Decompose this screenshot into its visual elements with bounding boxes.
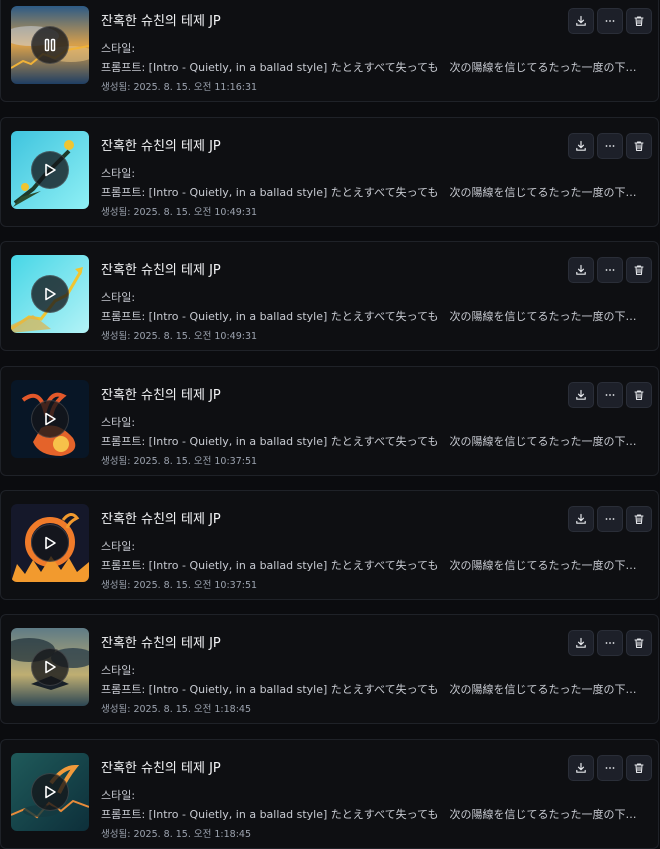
delete-button[interactable]: [626, 133, 652, 159]
song-item: 잔혹한 슈친의 테제 JP 스타일: 프롬프트: [Intro - Quietl…: [0, 366, 659, 476]
more-icon: [604, 12, 616, 31]
more-button[interactable]: [597, 382, 623, 408]
download-button[interactable]: [568, 257, 594, 283]
download-icon: [575, 510, 587, 529]
delete-button[interactable]: [626, 257, 652, 283]
prompt-text: 프롬프트: [Intro - Quietly, in a ballad styl…: [101, 186, 646, 199]
play-icon: [42, 162, 58, 178]
song-title[interactable]: 잔혹한 슈친의 테제 JP: [101, 135, 221, 154]
trash-icon: [633, 759, 645, 778]
trash-icon: [633, 510, 645, 529]
play-button[interactable]: [31, 151, 69, 189]
more-button[interactable]: [597, 133, 623, 159]
cover-art: [11, 628, 89, 706]
download-button[interactable]: [568, 8, 594, 34]
more-icon: [604, 759, 616, 778]
play-button[interactable]: [31, 773, 69, 811]
download-icon: [575, 12, 587, 31]
play-icon: [42, 784, 58, 800]
more-button[interactable]: [597, 257, 623, 283]
pause-button[interactable]: [31, 26, 69, 64]
song-item: 잔혹한 슈친의 테제 JP 스타일: 프롬프트: [Intro - Quietl…: [0, 241, 659, 351]
download-button[interactable]: [568, 630, 594, 656]
created-time: 생성됨: 2025. 8. 15. 오전 10:49:31: [101, 207, 258, 218]
song-title[interactable]: 잔혹한 슈친의 테제 JP: [101, 259, 221, 278]
song-item: 잔혹한 슈친의 테제 JP 스타일: 프롬프트: [Intro - Quietl…: [0, 614, 659, 724]
trash-icon: [633, 137, 645, 156]
play-icon: [42, 411, 58, 427]
play-button[interactable]: [31, 524, 69, 562]
play-icon: [42, 535, 58, 551]
song-title[interactable]: 잔혹한 슈친의 테제 JP: [101, 508, 221, 527]
more-button[interactable]: [597, 755, 623, 781]
prompt-text: 프롬프트: [Intro - Quietly, in a ballad styl…: [101, 61, 646, 74]
delete-button[interactable]: [626, 755, 652, 781]
prompt-text: 프롬프트: [Intro - Quietly, in a ballad styl…: [101, 559, 646, 572]
song-title[interactable]: 잔혹한 슈친의 테제 JP: [101, 757, 221, 776]
delete-button[interactable]: [626, 506, 652, 532]
song-item: 잔혹한 슈친의 테제 JP 스타일: 프롬프트: [Intro - Quietl…: [0, 0, 659, 102]
style-label: 스타일:: [101, 42, 136, 55]
prompt-text: 프롬프트: [Intro - Quietly, in a ballad styl…: [101, 808, 646, 821]
pause-icon: [42, 37, 58, 53]
download-button[interactable]: [568, 382, 594, 408]
created-time: 생성됨: 2025. 8. 15. 오전 1:18:45: [101, 829, 251, 840]
prompt-text: 프롬프트: [Intro - Quietly, in a ballad styl…: [101, 435, 646, 448]
created-time: 생성됨: 2025. 8. 15. 오전 11:16:31: [101, 82, 258, 93]
cover-art: [11, 504, 89, 582]
prompt-text: 프롬프트: [Intro - Quietly, in a ballad styl…: [101, 310, 646, 323]
delete-button[interactable]: [626, 630, 652, 656]
song-item: 잔혹한 슈친의 테제 JP 스타일: 프롬프트: [Intro - Quietl…: [0, 490, 659, 600]
more-icon: [604, 261, 616, 280]
cover-art: [11, 131, 89, 209]
trash-icon: [633, 386, 645, 405]
cover-art: [11, 6, 89, 84]
more-button[interactable]: [597, 506, 623, 532]
play-icon: [42, 286, 58, 302]
cover-art: [11, 380, 89, 458]
download-icon: [575, 386, 587, 405]
style-label: 스타일:: [101, 664, 136, 677]
delete-button[interactable]: [626, 382, 652, 408]
style-label: 스타일:: [101, 416, 136, 429]
cover-art: [11, 255, 89, 333]
download-button[interactable]: [568, 133, 594, 159]
download-icon: [575, 634, 587, 653]
play-button[interactable]: [31, 275, 69, 313]
play-button[interactable]: [31, 648, 69, 686]
style-label: 스타일:: [101, 291, 136, 304]
more-button[interactable]: [597, 8, 623, 34]
cover-art: [11, 753, 89, 831]
song-title[interactable]: 잔혹한 슈친의 테제 JP: [101, 632, 221, 651]
song-item: 잔혹한 슈친의 테제 JP 스타일: 프롬프트: [Intro - Quietl…: [0, 117, 659, 227]
trash-icon: [633, 12, 645, 31]
download-icon: [575, 261, 587, 280]
created-time: 생성됨: 2025. 8. 15. 오전 1:18:45: [101, 704, 251, 715]
created-time: 생성됨: 2025. 8. 15. 오전 10:37:51: [101, 456, 258, 467]
more-icon: [604, 137, 616, 156]
song-item: 잔혹한 슈친의 테제 JP 스타일: 프롬프트: [Intro - Quietl…: [0, 739, 659, 849]
song-title[interactable]: 잔혹한 슈친의 테제 JP: [101, 384, 221, 403]
trash-icon: [633, 634, 645, 653]
style-label: 스타일:: [101, 167, 136, 180]
more-button[interactable]: [597, 630, 623, 656]
more-icon: [604, 634, 616, 653]
play-button[interactable]: [31, 400, 69, 438]
play-icon: [42, 659, 58, 675]
style-label: 스타일:: [101, 540, 136, 553]
delete-button[interactable]: [626, 8, 652, 34]
created-time: 생성됨: 2025. 8. 15. 오전 10:49:31: [101, 331, 258, 342]
download-icon: [575, 759, 587, 778]
created-time: 생성됨: 2025. 8. 15. 오전 10:37:51: [101, 580, 258, 591]
prompt-text: 프롬프트: [Intro - Quietly, in a ballad styl…: [101, 683, 646, 696]
trash-icon: [633, 261, 645, 280]
more-icon: [604, 510, 616, 529]
download-button[interactable]: [568, 755, 594, 781]
more-icon: [604, 386, 616, 405]
song-title[interactable]: 잔혹한 슈친의 테제 JP: [101, 10, 221, 29]
style-label: 스타일:: [101, 789, 136, 802]
download-icon: [575, 137, 587, 156]
download-button[interactable]: [568, 506, 594, 532]
